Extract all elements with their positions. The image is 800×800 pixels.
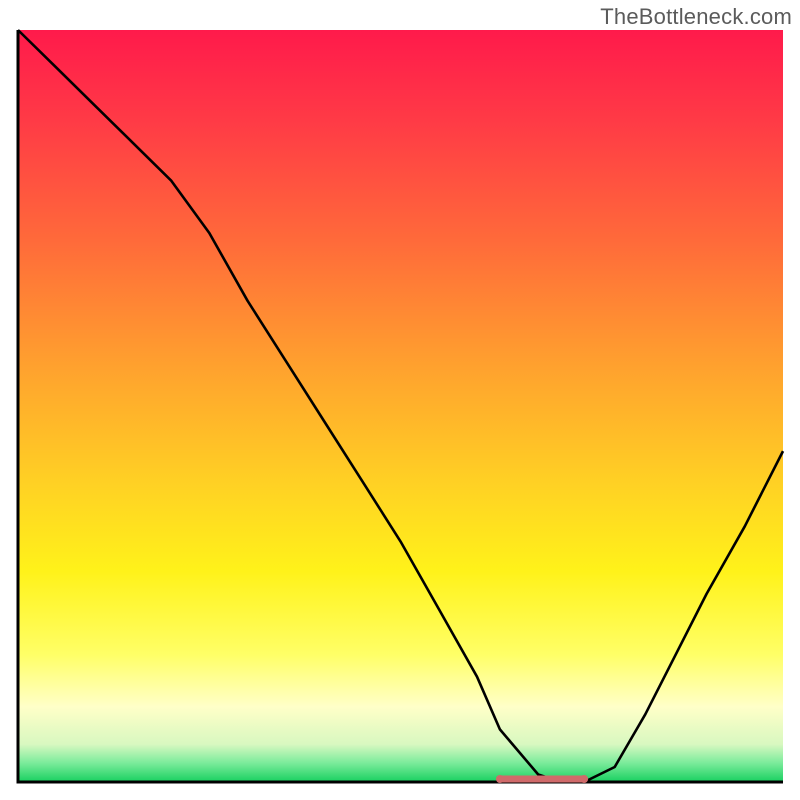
optimal-range-endpoint — [580, 775, 588, 783]
optimal-range-endpoint — [496, 775, 504, 783]
chart-stage: TheBottleneck.com — [0, 0, 800, 800]
watermark-text: TheBottleneck.com — [600, 4, 792, 30]
bottleneck-chart — [0, 0, 800, 800]
